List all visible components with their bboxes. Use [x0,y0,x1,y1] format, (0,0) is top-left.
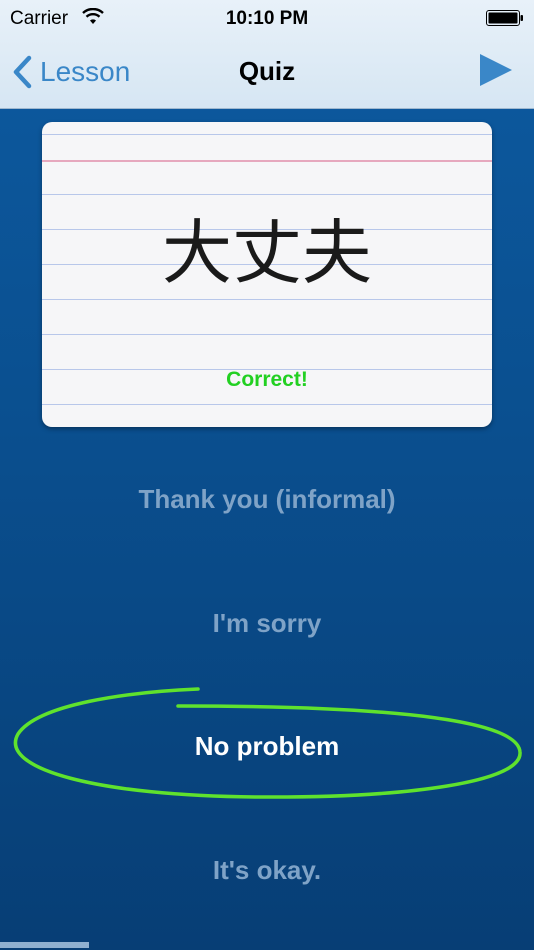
flashcard: 大丈夫 Correct! [42,122,492,427]
navigation-bar: Lesson Quiz [0,36,534,108]
back-button-label: Lesson [40,56,131,87]
answer-option-thank-you[interactable]: Thank you (informal) [0,484,534,515]
top-bar: Carrier 10:10 PM Lesson Quiz [0,0,534,109]
back-button[interactable]: Lesson [12,50,130,94]
answer-option-no-problem[interactable]: No problem [0,731,534,762]
status-bar: Carrier 10:10 PM [0,0,534,36]
answer-option-im-sorry[interactable]: I'm sorry [0,608,534,639]
answer-feedback: Correct! [226,368,308,391]
flashcard-term: 大丈夫 [162,212,372,294]
scroll-indicator [0,942,89,948]
answer-option-its-okay[interactable]: It's okay. [0,855,534,886]
battery-icon [486,10,523,26]
status-time: 10:10 PM [225,8,309,29]
chevron-left-icon [13,55,32,89]
play-icon[interactable] [478,52,514,88]
